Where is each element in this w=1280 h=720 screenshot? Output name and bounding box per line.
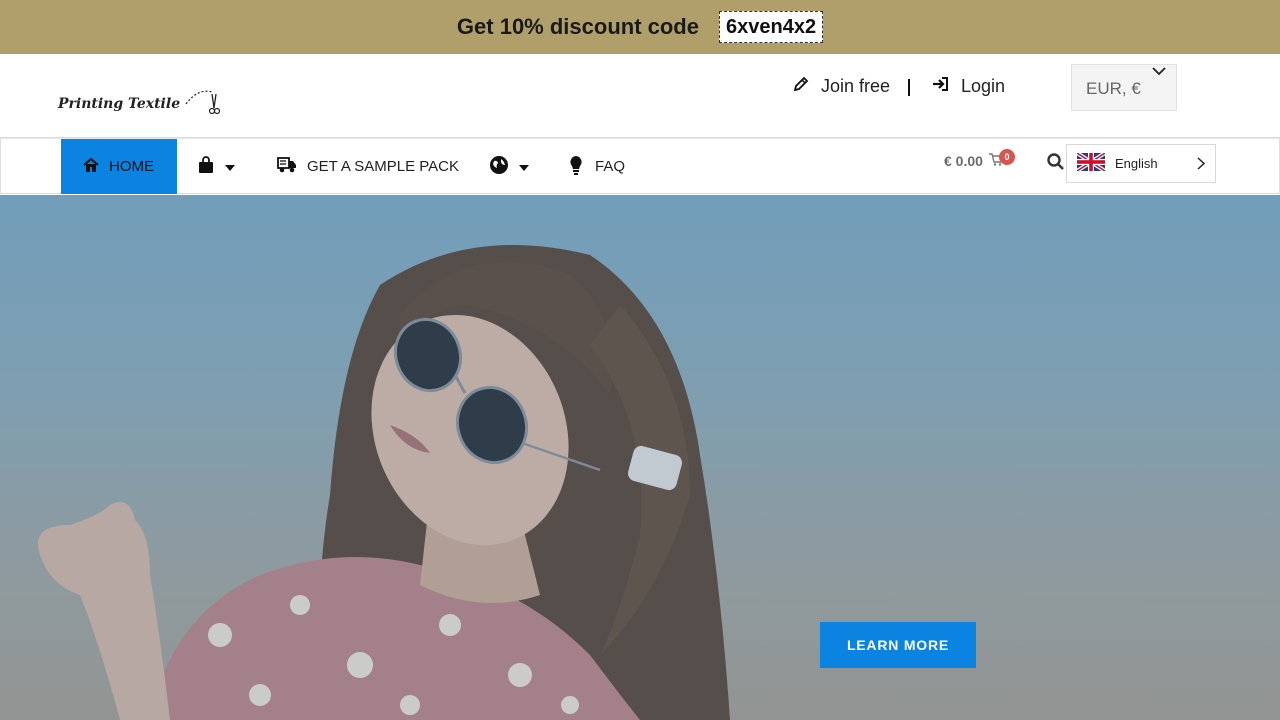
promo-text: Get 10% discount code — [456, 14, 699, 39]
chevron-down-icon — [1152, 63, 1166, 81]
nav-faq-label: FAQ — [595, 158, 626, 175]
logo[interactable]: Printing Textile — [58, 84, 221, 123]
site-header: Printing Textile Join free Login EUR, € — [0, 54, 1280, 138]
nav-home-label: HOME — [109, 158, 154, 175]
learn-more-button[interactable]: LEARN MORE — [820, 622, 976, 668]
home-icon — [83, 157, 99, 177]
pencil-icon — [793, 76, 821, 97]
hero-overlay — [0, 195, 1280, 720]
login-link[interactable]: Login — [932, 76, 1005, 97]
nav-home[interactable]: HOME — [61, 139, 177, 194]
language-selector[interactable]: English — [1066, 144, 1216, 183]
cart-button[interactable]: € 0.00 0 — [944, 149, 1015, 169]
join-free-link[interactable]: Join free — [793, 76, 890, 97]
uk-flag-icon — [1075, 151, 1107, 174]
nav-shop-dropdown[interactable] — [197, 139, 235, 194]
discount-code[interactable]: 6xven4x2 — [718, 11, 824, 43]
currency-value: EUR, € — [1086, 79, 1141, 98]
nav-sample-pack[interactable]: GET A SAMPLE PACK — [277, 139, 459, 194]
nav-sample-label: GET A SAMPLE PACK — [307, 158, 460, 175]
promo-bar: Get 10% discount code 6xven4x2 — [0, 0, 1280, 54]
search-button[interactable] — [1047, 153, 1064, 175]
truck-icon — [277, 156, 297, 178]
login-label: Login — [961, 76, 1006, 96]
nav-faq[interactable]: FAQ — [569, 139, 625, 194]
lightbulb-icon — [569, 155, 583, 179]
nav-world-dropdown[interactable] — [489, 139, 529, 194]
caret-down-icon — [519, 158, 529, 175]
scissors-icon — [184, 84, 221, 123]
cart-total: € 0.00 — [944, 153, 983, 169]
sign-in-icon — [932, 76, 961, 97]
account-divider — [908, 79, 910, 96]
cart-count-badge: 0 — [999, 149, 1015, 165]
caret-down-icon — [225, 158, 235, 175]
currency-select[interactable]: EUR, € — [1071, 64, 1177, 111]
shopping-bag-icon — [197, 155, 215, 178]
join-free-label: Join free — [821, 76, 891, 96]
hero-banner: LEARN MORE — [0, 195, 1280, 720]
chevron-right-icon — [1197, 157, 1206, 173]
globe-icon — [489, 155, 509, 179]
search-icon — [1047, 153, 1064, 174]
main-nav: HOME GET A SAMPLE PACK FAQ € 0.00 0 Engl… — [0, 138, 1280, 194]
language-label: English — [1115, 156, 1158, 171]
logo-text: Printing Textile — [58, 95, 181, 112]
